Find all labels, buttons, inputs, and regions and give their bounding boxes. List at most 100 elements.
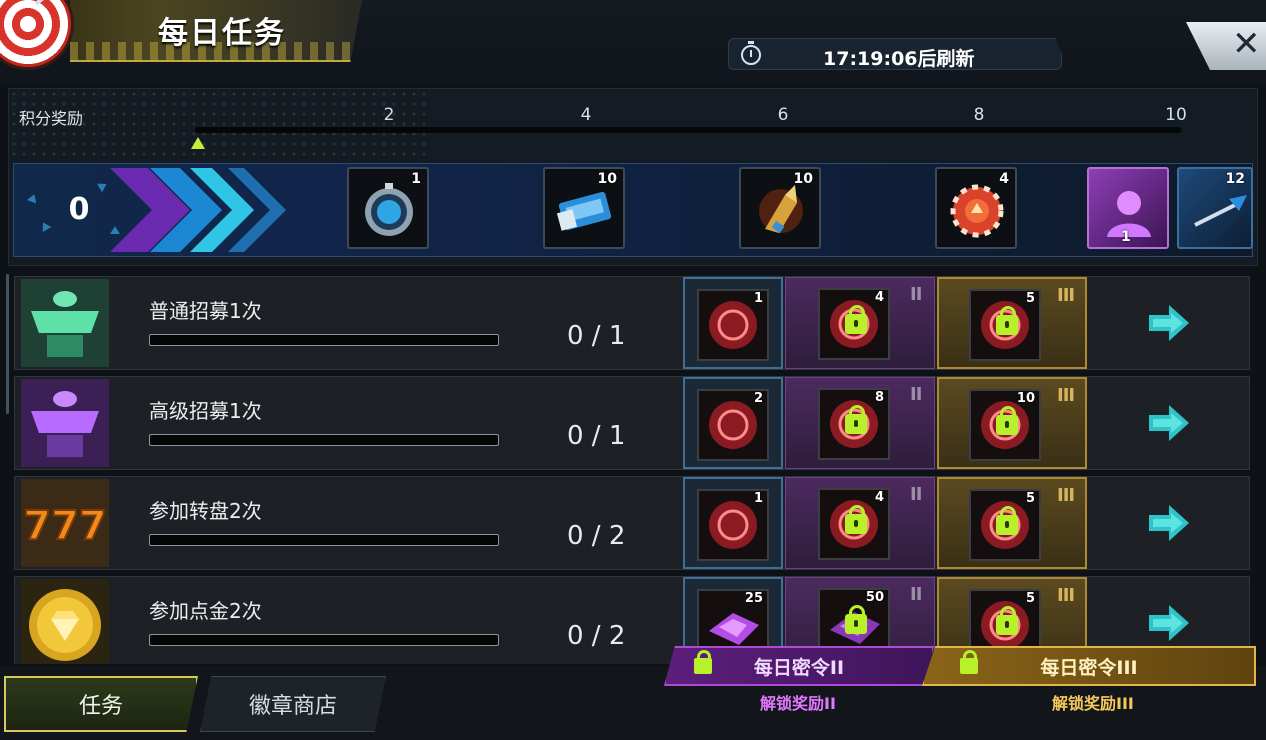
tab-badge-shop[interactable]: 徽章商店: [200, 676, 386, 732]
reward-slot[interactable]: 10: [969, 389, 1041, 461]
task-progress-bar: [149, 434, 499, 446]
tier-ii-label: II: [910, 484, 922, 505]
lock-icon: [845, 605, 867, 634]
go-arrow-icon[interactable]: [1149, 405, 1189, 441]
reward-count: 10: [1016, 391, 1035, 406]
milestone-reward[interactable]: 1: [347, 167, 429, 249]
scrollbar[interactable]: [6, 274, 9, 414]
reward-slot[interactable]: 1: [697, 489, 769, 561]
refresh-timer: 17:19:06后刷新: [728, 38, 1062, 70]
daily-pass-ii-button[interactable]: 每日密令II: [664, 646, 934, 686]
go-arrow-icon[interactable]: [1149, 605, 1189, 641]
reward-count: 5: [1025, 291, 1035, 306]
lock-icon: [996, 506, 1018, 535]
milestone-label: 10: [1165, 105, 1187, 125]
advanced-recruit-icon: [21, 379, 109, 467]
lock-icon: [845, 305, 867, 334]
header: 每日任务 17:19:06后刷新 ✕: [0, 0, 1266, 86]
reward-slot[interactable]: 4: [818, 288, 890, 360]
reward-slot[interactable]: 4: [818, 488, 890, 560]
tier-1-cell: 2: [683, 377, 783, 469]
stopwatch-icon: [365, 183, 413, 236]
current-score: 0: [68, 192, 90, 227]
reward-slot[interactable]: 8: [818, 388, 890, 460]
task-progress-count: 0 / 2: [567, 521, 626, 551]
chevron-arrows-icon: [110, 168, 286, 252]
reward-count: 12: [1225, 171, 1245, 187]
close-icon: ✕: [1232, 24, 1261, 64]
tier-3-cell: 5 III: [937, 477, 1087, 569]
milestone-reward[interactable]: 1: [1087, 167, 1169, 249]
tab-tasks[interactable]: 任务: [4, 676, 198, 732]
reward-count: 4: [999, 171, 1009, 187]
svg-text:777: 777: [23, 503, 107, 549]
task-progress-count: 0 / 1: [567, 421, 626, 451]
task-name: 参加转盘2次: [149, 499, 262, 523]
milestone-label: 6: [777, 105, 789, 125]
stopwatch-icon: [741, 41, 761, 65]
reward-count: 25: [744, 591, 763, 606]
refresh-timer-text: 17:19:06后刷新: [823, 48, 975, 70]
milestone-reward[interactable]: 10: [543, 167, 625, 249]
shard-icon: [26, 192, 40, 204]
points-progress-track: [195, 127, 1181, 133]
milestone-label: 2: [383, 105, 395, 125]
reward-count: 5: [1025, 491, 1035, 506]
gold-diamond-icon: [21, 579, 109, 664]
progress-marker-icon: [191, 137, 205, 149]
tier-2-cell: 4 II: [785, 477, 935, 569]
reward-count: 8: [874, 390, 884, 405]
task-name: 普通招募1次: [149, 299, 262, 323]
reward-count: 1: [753, 491, 763, 506]
reward-count: 2: [753, 391, 763, 406]
dartboard-logo-icon: [0, 0, 74, 70]
lock-icon: [996, 406, 1018, 435]
reward-count: 50: [865, 590, 884, 605]
shard-icon: [97, 179, 109, 193]
tier-iii-label: III: [1057, 285, 1075, 306]
shard-icon: [38, 220, 52, 232]
page-title: 每日任务: [158, 16, 286, 51]
tier-1-cell: 1: [683, 477, 783, 569]
reward-count: 5: [1025, 591, 1035, 606]
task-row: 普通招募1次 0 / 1 1 4 II 5 III: [14, 276, 1250, 370]
reward-count: 1: [411, 171, 421, 187]
milestone-reward[interactable]: 10: [739, 167, 821, 249]
score-strip: 0: [13, 163, 1253, 257]
dart-icon: [1194, 195, 1247, 227]
unlock-reward-iii-text: 解锁奖励III: [1052, 694, 1134, 713]
reward-count: 1: [753, 291, 763, 306]
task-row: 高级招募1次 0 / 1 2 8 II 10 III: [14, 376, 1250, 470]
points-reward-label: 积分奖励: [19, 109, 84, 128]
task-name: 高级招募1次: [149, 399, 262, 423]
reward-slot[interactable]: 2: [697, 389, 769, 461]
reward-count: 4: [874, 290, 884, 305]
tier-ii-label: II: [910, 384, 922, 405]
tier-ii-label: II: [910, 584, 922, 605]
tier-3-cell: 10 III: [937, 377, 1087, 469]
task-progress-bar: [149, 634, 499, 646]
milestone-reward[interactable]: 12: [1177, 167, 1253, 249]
tier-iii-label: III: [1057, 485, 1075, 506]
reward-slot[interactable]: 5: [969, 489, 1041, 561]
bullet-icon: [759, 185, 803, 234]
tier-2-cell: 4 II: [785, 277, 935, 369]
points-reward-panel: 积分奖励 2 4 6 8 10 0 1 10 10 4 1 12: [8, 88, 1258, 266]
unlock-reward-ii-text: 解锁奖励II: [760, 694, 836, 713]
task-row: 777 参加转盘2次 0 / 2 1 4 II 5 III: [14, 476, 1250, 570]
milestone-reward[interactable]: 4: [935, 167, 1017, 249]
reward-slot[interactable]: 1: [697, 289, 769, 361]
daily-pass-iii-label: 每日密令III: [1040, 656, 1138, 679]
tier-iii-label: III: [1057, 585, 1075, 606]
task-list[interactable]: 普通招募1次 0 / 1 1 4 II 5 III 高级招募1次 0 / 1 2…: [4, 270, 1254, 664]
close-button[interactable]: ✕: [1186, 22, 1266, 70]
tier-iii-label: III: [1057, 385, 1075, 406]
go-arrow-icon[interactable]: [1149, 305, 1189, 341]
daily-pass-iii-button[interactable]: 每日密令III: [922, 646, 1256, 686]
reward-count: 10: [793, 171, 813, 187]
go-arrow-icon[interactable]: [1149, 505, 1189, 541]
reward-slot[interactable]: 5: [969, 289, 1041, 361]
lock-icon: [960, 650, 978, 674]
casino-chip-icon: [950, 184, 1004, 238]
task-progress-bar: [149, 334, 499, 346]
